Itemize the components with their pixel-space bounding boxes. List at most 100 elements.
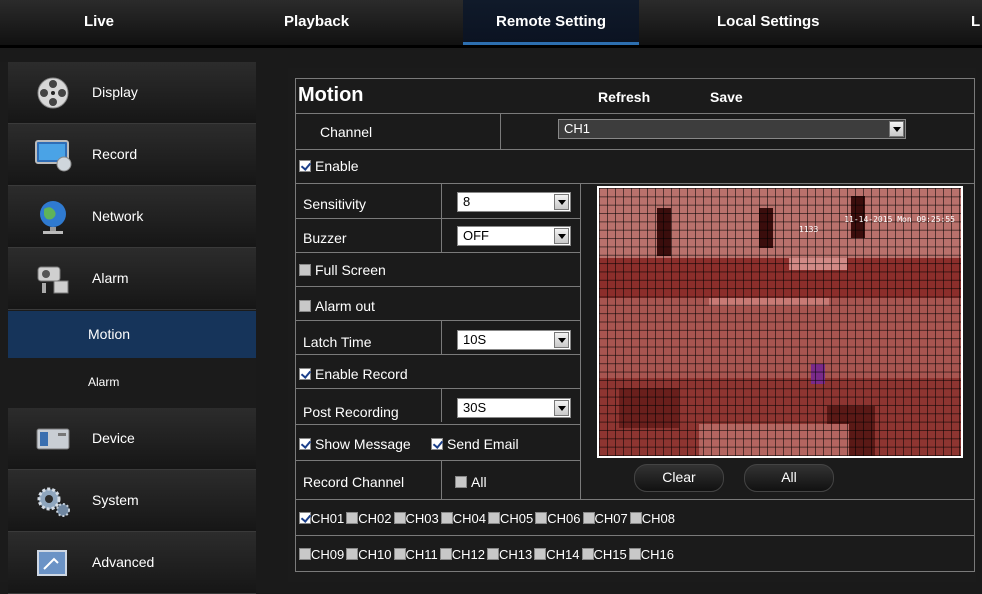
divider — [296, 354, 581, 355]
ch16-label: CH16 — [640, 547, 675, 562]
sidebar-item-advanced[interactable]: Advanced — [8, 532, 256, 594]
chevron-down-icon[interactable] — [889, 121, 904, 137]
ch11-label: CH11 — [405, 547, 438, 562]
tab-more[interactable]: L — [971, 0, 980, 42]
full-screen-label: Full Screen — [315, 262, 386, 278]
ch11-checkbox[interactable] — [393, 548, 406, 560]
latch-time-select[interactable]: 10S — [457, 330, 571, 350]
clear-button[interactable]: Clear — [634, 464, 724, 492]
sensitivity-value: 8 — [463, 194, 471, 209]
alarm-out-checkbox[interactable] — [299, 300, 311, 312]
ch05-checkbox[interactable] — [488, 512, 500, 524]
ch03-checkbox[interactable] — [393, 512, 406, 524]
tab-playback[interactable]: Playback — [284, 0, 349, 42]
divider — [441, 460, 442, 500]
divider — [441, 388, 442, 422]
ch07-checkbox[interactable] — [582, 512, 595, 524]
chevron-down-icon[interactable] — [554, 228, 569, 244]
ch15-checkbox[interactable] — [581, 548, 594, 560]
tab-live[interactable]: Live — [84, 0, 114, 42]
select-all-button[interactable]: All — [744, 464, 834, 492]
latch-time-label: Latch Time — [303, 334, 372, 350]
ch13-checkbox[interactable] — [487, 548, 500, 560]
sidebar-item-label: Network — [92, 208, 144, 224]
motion-grid[interactable]: 11-14-2015 Mon 09:25:55 1133 — [597, 186, 963, 458]
ch08-checkbox[interactable] — [629, 512, 642, 524]
ch10-checkbox[interactable] — [346, 548, 359, 560]
ch15-label: CH15 — [593, 547, 627, 562]
divider — [441, 320, 442, 354]
save-button[interactable]: Save — [710, 89, 743, 105]
ch03-label: CH03 — [405, 511, 439, 526]
ch12-checkbox[interactable] — [439, 548, 452, 560]
ch01-label: CH01 — [311, 511, 345, 526]
ch02-label: CH02 — [358, 511, 392, 526]
ch09-checkbox[interactable] — [299, 548, 311, 560]
post-recording-select[interactable]: 30S — [457, 398, 571, 418]
enable-checkbox[interactable] — [299, 160, 311, 172]
sidebar-item-label: Display — [92, 84, 138, 100]
enable-record-checkbox[interactable] — [299, 368, 311, 380]
post-recording-value: 30S — [463, 400, 487, 415]
sidebar-subitem-alarm[interactable]: Alarm — [8, 359, 256, 406]
ch06-checkbox[interactable] — [535, 512, 548, 524]
preview-timestamp: 11-14-2015 Mon 09:25:55 — [844, 215, 955, 224]
sidebar-item-alarm[interactable]: Alarm — [8, 248, 256, 310]
sensitivity-label: Sensitivity — [303, 196, 367, 212]
record-all-label: All — [471, 474, 487, 490]
record-all-checkbox[interactable] — [455, 476, 467, 488]
show-message-checkbox[interactable] — [299, 438, 311, 450]
latch-time-value: 10S — [463, 332, 487, 347]
channel-checkbox-list: CH09 CH10 CH11 CH12 CH13 CH14 CH15 CH16 — [299, 546, 676, 564]
channel-select[interactable]: CH1 — [558, 119, 906, 139]
ch08-label: CH08 — [641, 511, 675, 526]
tab-remote-setting[interactable]: Remote Setting — [463, 0, 639, 45]
channel-label: Channel — [320, 124, 373, 140]
ch04-label: CH04 — [452, 511, 486, 526]
enable-row: Enable — [295, 150, 975, 184]
divider — [500, 114, 501, 149]
alarm-out-label: Alarm out — [315, 298, 375, 314]
ch06-label: CH06 — [547, 511, 581, 526]
preview-area: 11-14-2015 Mon 09:25:55 1133 Clear All — [581, 184, 975, 500]
ch02-checkbox[interactable] — [346, 512, 359, 524]
sidebar-item-label: Advanced — [92, 554, 155, 570]
ch05-label: CH05 — [500, 511, 534, 526]
sidebar-item-label: Record — [92, 146, 138, 162]
camera-preview-image — [599, 188, 961, 456]
ch04-checkbox[interactable] — [440, 512, 453, 524]
chevron-down-icon[interactable] — [554, 332, 569, 348]
sidebar-item-record[interactable]: Record — [8, 124, 256, 186]
full-screen-checkbox[interactable] — [299, 264, 311, 276]
nav-divider — [0, 45, 982, 48]
divider — [296, 388, 581, 389]
sidebar-item-display[interactable]: Display — [8, 62, 256, 124]
divider — [296, 320, 581, 321]
top-navigation: Live Playback Remote Setting Local Setti… — [0, 0, 982, 48]
chevron-down-icon[interactable] — [554, 194, 569, 210]
motion-settings-panel: Motion Refresh Save Channel CH1 Enable S… — [288, 68, 976, 582]
refresh-button[interactable]: Refresh — [598, 89, 650, 105]
hard-drive-icon — [36, 428, 70, 450]
record-channels-row-2: CH09 CH10 CH11 CH12 CH13 CH14 CH15 CH16 — [295, 536, 975, 572]
buzzer-select[interactable]: OFF — [457, 226, 571, 246]
buzzer-label: Buzzer — [303, 230, 347, 246]
panel-header: Motion Refresh Save — [295, 78, 975, 114]
sidebar-item-label: Motion — [88, 326, 131, 342]
sensitivity-select[interactable]: 8 — [457, 192, 571, 212]
chevron-down-icon[interactable] — [554, 400, 569, 416]
ch16-checkbox[interactable] — [628, 548, 641, 560]
send-email-checkbox[interactable] — [431, 438, 443, 450]
ch14-checkbox[interactable] — [534, 548, 547, 560]
sidebar-item-network[interactable]: Network — [8, 186, 256, 248]
sidebar-item-device[interactable]: Device — [8, 408, 256, 470]
sidebar-subitem-motion[interactable]: Motion — [8, 311, 256, 358]
sidebar-item-system[interactable]: System — [8, 470, 256, 532]
divider — [296, 218, 581, 219]
divider — [296, 286, 581, 287]
tab-local-settings[interactable]: Local Settings — [717, 0, 820, 42]
settings-column: Sensitivity 8 Buzzer OFF Full Screen Ala… — [295, 184, 581, 500]
send-email-label: Send Email — [447, 436, 519, 452]
enable-label: Enable — [315, 158, 359, 174]
ch01-checkbox[interactable] — [299, 512, 311, 524]
